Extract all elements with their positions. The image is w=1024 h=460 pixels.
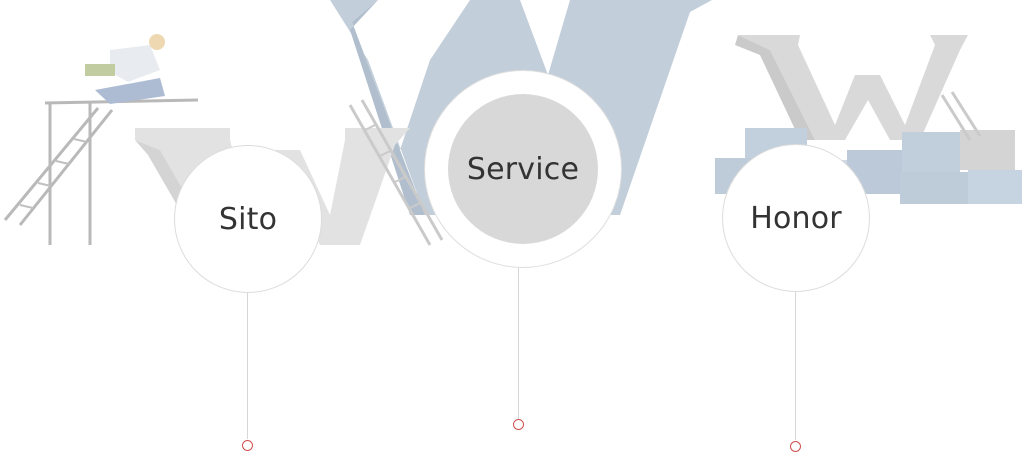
node-label-honor: Honor (750, 200, 842, 236)
timeline-connector-sito (247, 293, 248, 439)
node-label-sito: Sito (218, 201, 278, 237)
timeline-node-honor[interactable]: Honor (722, 144, 870, 292)
timeline-dot-service[interactable] (513, 419, 524, 430)
timeline-stage: Sito Service Honor (0, 0, 1024, 460)
timeline-connector-honor (795, 292, 796, 440)
timeline-dot-honor[interactable] (790, 441, 801, 452)
timeline-dot-sito[interactable] (242, 440, 253, 451)
node-label-service: Service (466, 151, 580, 187)
active-node-fill: Service (448, 94, 598, 244)
timeline-node-sito[interactable]: Sito (174, 145, 322, 293)
timeline-node-service[interactable]: Service (424, 70, 622, 268)
timeline-connector-service (518, 268, 519, 419)
